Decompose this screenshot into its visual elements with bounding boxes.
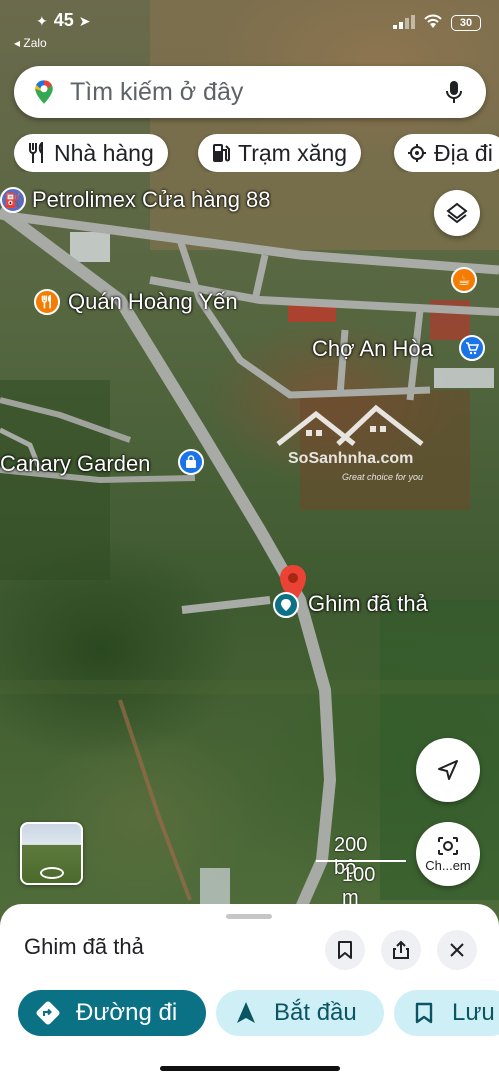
start-label: Bắt đầu — [274, 999, 357, 1026]
restaurant-icon — [26, 142, 48, 164]
chip-restaurants[interactable]: Nhà hàng — [14, 134, 168, 172]
attraction-icon — [406, 142, 428, 164]
place-bottom-sheet[interactable]: Ghim đã thả Đường đi Bắt đầu Lưu — [0, 904, 499, 1080]
house-roofs-icon — [276, 404, 424, 446]
pin-location-poi-icon[interactable] — [273, 592, 299, 618]
lens-search-button[interactable]: Ch...em — [416, 822, 480, 886]
save-bookmark-button[interactable] — [325, 930, 365, 970]
gas-station-icon — [210, 142, 232, 164]
wifi-icon — [423, 14, 443, 32]
watermark-logo: SoSanhnha.com Great choice for you — [276, 404, 426, 484]
shopping-poi-icon[interactable] — [459, 335, 485, 361]
watermark-brand: SoSanhnha.com — [288, 450, 414, 467]
poi-label-petrolimex[interactable]: Petrolimex Cửa hàng 88 — [32, 187, 271, 213]
save-label: Lưu — [452, 999, 495, 1026]
directions-icon — [34, 999, 62, 1027]
sheet-title: Ghim đã thả — [24, 934, 144, 959]
status-bar: ✦ 45 ➤ ◂ Zalo 30 — [0, 0, 499, 56]
back-to-app-link[interactable]: ◂ Zalo — [14, 36, 47, 50]
sheet-drag-handle[interactable] — [226, 914, 272, 919]
photos-icon: ✦ — [36, 13, 48, 29]
chip-gas-stations[interactable]: Trạm xăng — [198, 134, 362, 172]
lens-button-label: Ch...em — [425, 857, 471, 873]
chip-label: Trạm xăng — [238, 139, 348, 166]
close-icon — [450, 943, 464, 957]
shopping-bag-poi-icon[interactable] — [178, 449, 204, 475]
fuel-poi-icon[interactable]: ⛽ — [0, 187, 26, 213]
camera-lens-icon — [438, 836, 458, 855]
maps-pin-icon — [30, 78, 58, 106]
search-input[interactable]: Tìm kiếm ở đây — [70, 78, 436, 107]
bookmark-icon — [338, 941, 352, 959]
action-buttons-row: Đường đi Bắt đầu Lưu — [18, 990, 499, 1036]
directions-button[interactable]: Đường đi — [18, 990, 206, 1036]
share-button[interactable] — [381, 930, 421, 970]
rotate-360-icon — [40, 867, 64, 879]
directions-label: Đường đi — [76, 999, 178, 1026]
layers-icon — [446, 202, 468, 224]
share-icon — [393, 940, 409, 959]
poi-label-cho-an-hoa[interactable]: Chợ An Hòa — [312, 336, 433, 362]
location-arrow-icon: ➤ — [78, 13, 91, 29]
street-view-thumbnail[interactable] — [20, 822, 83, 885]
chip-label: Nhà hàng — [54, 139, 154, 166]
chip-label: Địa đi — [434, 139, 493, 166]
save-place-button[interactable]: Lưu — [394, 990, 499, 1036]
status-indicators: 30 — [393, 14, 481, 32]
chip-attractions[interactable]: Địa đi — [394, 134, 499, 172]
signal-icon — [393, 14, 415, 32]
category-chips: Nhà hàng Trạm xăng Địa đi — [14, 134, 499, 172]
poi-label-canary-garden[interactable]: Canary Garden — [0, 451, 150, 477]
close-button[interactable] — [437, 930, 477, 970]
my-location-button[interactable] — [416, 738, 480, 802]
search-bar[interactable]: Tìm kiếm ở đây — [14, 66, 486, 118]
scale-bar — [316, 860, 406, 862]
bookmark-outline-icon — [410, 999, 438, 1027]
home-indicator[interactable] — [160, 1066, 340, 1071]
restaurant-poi-icon[interactable] — [34, 289, 60, 315]
start-navigation-button[interactable]: Bắt đầu — [216, 990, 384, 1036]
navigation-arrow-icon — [438, 760, 458, 780]
watermark-tagline: Great choice for you — [342, 472, 424, 482]
status-time: ✦ 45 ➤ — [36, 10, 91, 30]
poi-label-dropped-pin[interactable]: Ghim đã thả — [308, 591, 428, 617]
battery-icon: 30 — [451, 15, 481, 31]
navigation-icon — [232, 999, 260, 1027]
layers-button[interactable] — [434, 190, 480, 236]
poi-label-quan-hoang-yen[interactable]: Quán Hoàng Yến — [68, 289, 238, 315]
cafe-poi-icon[interactable]: ☕ — [451, 267, 477, 293]
mic-icon[interactable] — [436, 74, 472, 110]
